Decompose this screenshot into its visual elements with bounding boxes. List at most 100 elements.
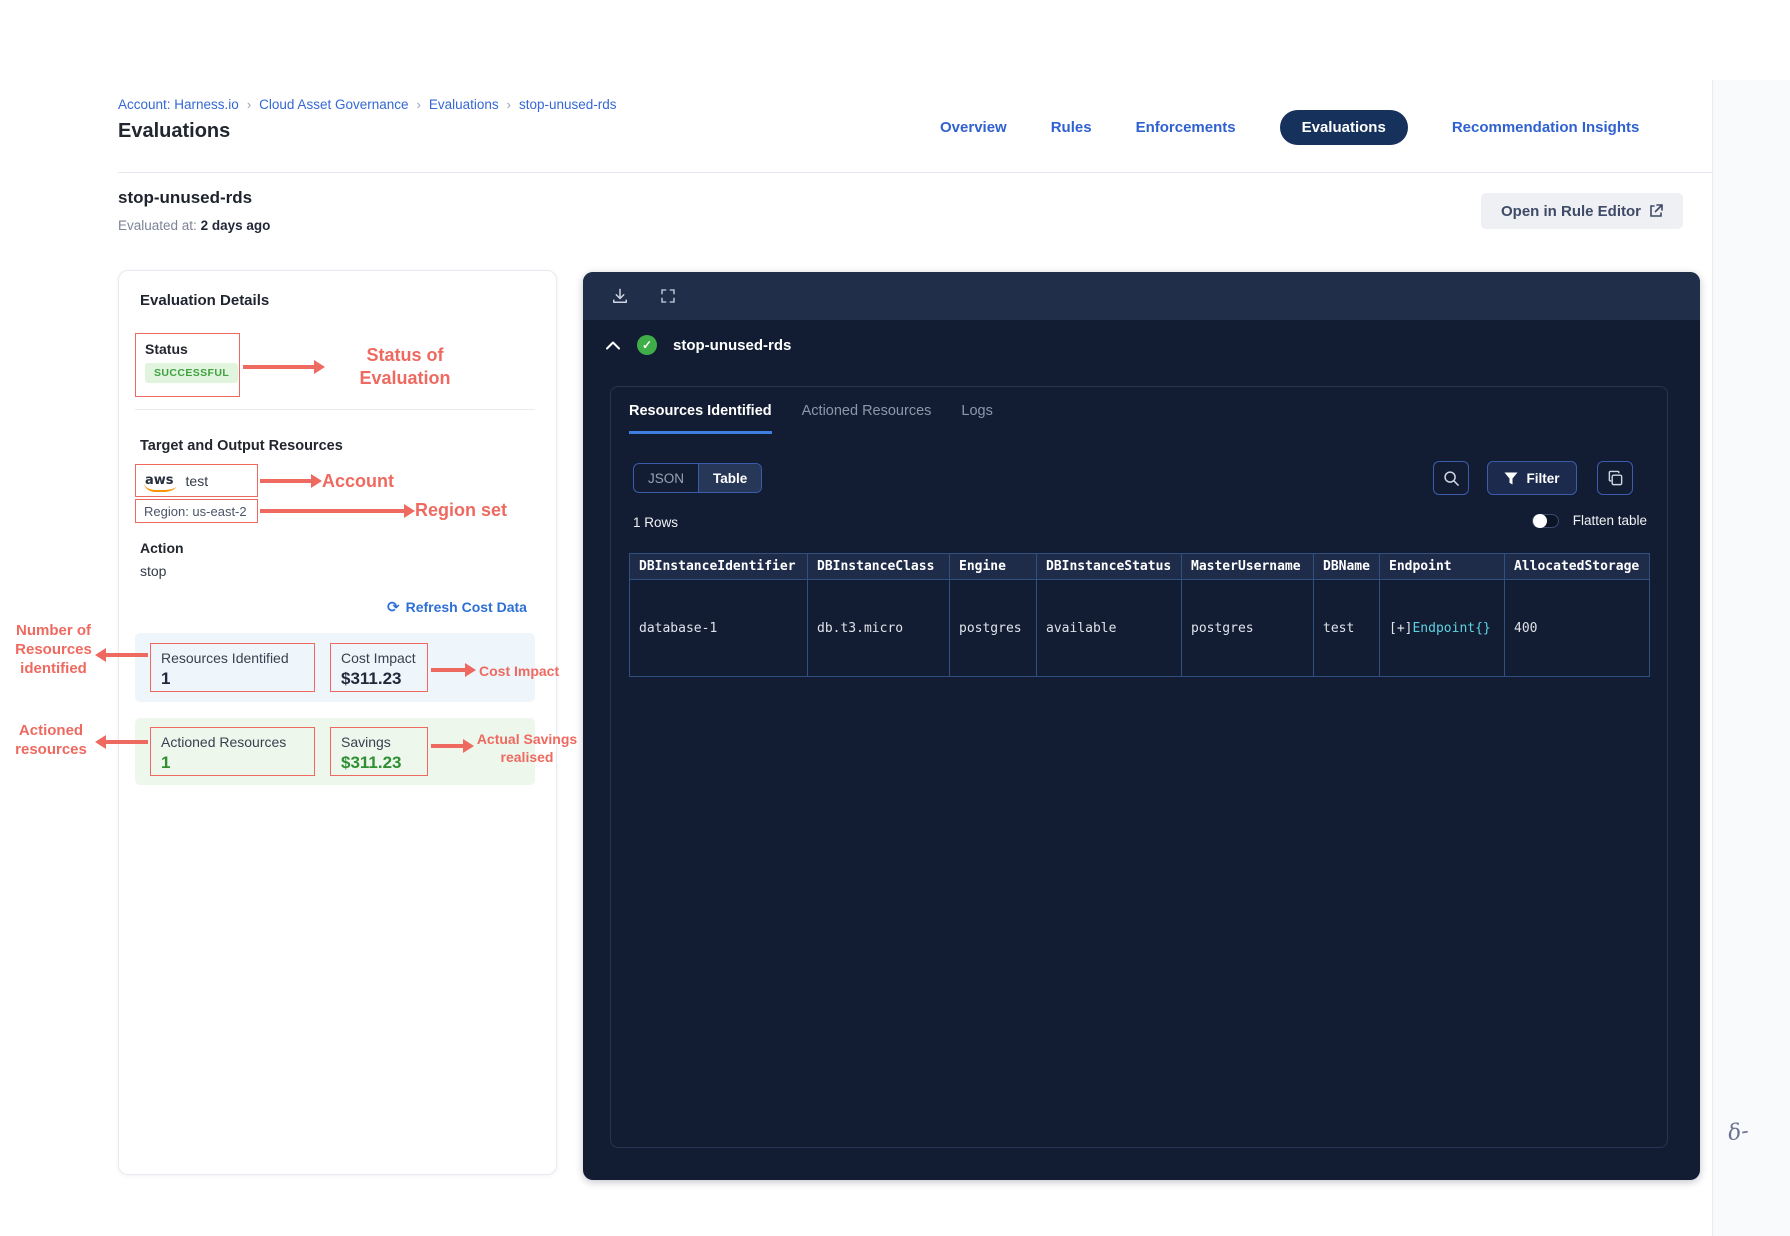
cost-impact-box: Cost Impact $311.23: [330, 643, 428, 692]
page-title: Evaluations: [118, 120, 231, 142]
cell-masterusername: postgres: [1181, 579, 1314, 677]
annotation-actioned: Actioned resources: [15, 722, 87, 758]
table-row: database-1 db.t3.micro postgres available po…: [629, 579, 1650, 677]
action-label: Action: [140, 540, 184, 556]
resources-annotation-arrow: [95, 647, 148, 662]
resources-identified-value: 1: [161, 669, 171, 688]
actioned-resources-label: Actioned Resources: [161, 734, 287, 750]
actioned-resources-box: Actioned Resources 1: [150, 727, 315, 776]
column-header-masterusername: MasterUsername: [1181, 553, 1314, 580]
nav-item-enforcements[interactable]: Enforcements: [1136, 119, 1236, 136]
flatten-table-toggle[interactable]: [1531, 513, 1559, 528]
status-annotation-arrow: [243, 359, 325, 374]
viewer-tab-logs[interactable]: Logs: [961, 403, 992, 434]
breadcrumb-link[interactable]: Evaluations: [429, 97, 499, 112]
breadcrumb-separator: ›: [506, 97, 511, 112]
annotation-status: Status of Evaluation: [359, 345, 451, 388]
savings-value: $311.23: [341, 753, 402, 772]
resource-viewer-panel: ✓ stop-unused-rds Resources Identified Ac…: [583, 272, 1700, 1180]
cell-engine: postgres: [949, 579, 1037, 677]
column-header-endpoint: Endpoint: [1379, 553, 1505, 580]
savings-annotation-arrow: [431, 738, 474, 753]
viewer-toolbar: [583, 272, 1700, 320]
resources-table: DBInstanceIdentifier DBInstanceClass Engin…: [629, 553, 1650, 677]
savings-box: Savings $311.23: [330, 727, 428, 776]
evaluation-name-title: stop-unused-rds: [118, 188, 253, 207]
breadcrumb-link[interactable]: Account: Harness.io: [118, 97, 239, 112]
target-output-heading: Target and Output Resources: [140, 438, 343, 454]
viewer-title: stop-unused-rds: [673, 336, 792, 354]
account-annotation-arrow: [260, 473, 322, 488]
savings-label: Savings: [341, 734, 391, 750]
breadcrumb-link[interactable]: stop-unused-rds: [519, 97, 617, 112]
viewer-inner-container: Resources Identified Actioned Resources Lo…: [610, 386, 1668, 1148]
viewer-tab-resources-identified[interactable]: Resources Identified: [629, 403, 772, 434]
open-rule-editor-button[interactable]: Open in Rule Editor: [1481, 193, 1683, 229]
annotation-cost-impact: Cost Impact: [479, 663, 560, 679]
nav-item-overview[interactable]: Overview: [940, 119, 1007, 136]
region-value: Region: us-east-2: [144, 503, 247, 519]
resources-identified-label: Resources Identified: [161, 650, 289, 666]
cell-dbname: test: [1313, 579, 1380, 677]
fullscreen-icon[interactable]: [657, 285, 679, 307]
download-icon[interactable]: [609, 285, 631, 307]
page-right-strip: [1713, 80, 1790, 1236]
status-badge: SUCCESSFUL: [145, 363, 239, 383]
annotation-resources: Number of Resources identified: [15, 622, 92, 677]
nav-item-rules[interactable]: Rules: [1051, 119, 1092, 136]
annotation-region: Region set: [415, 500, 508, 520]
column-header-allocatedstorage: AllocatedStorage: [1504, 553, 1650, 580]
rows-count: 1 Rows: [633, 515, 679, 530]
region-annotation-arrow: [260, 503, 415, 518]
cost-impact-label: Cost Impact: [341, 650, 416, 666]
cell-dbinstancestatus: available: [1036, 579, 1182, 677]
breadcrumb-link[interactable]: Cloud Asset Governance: [259, 97, 408, 112]
cell-endpoint[interactable]: [+]Endpoint{}: [1379, 579, 1505, 677]
evaluated-at: Evaluated at: 2 days ago: [118, 218, 270, 233]
cost-impact-annotation-arrow: [431, 662, 476, 677]
view-toggle-json[interactable]: JSON: [634, 464, 698, 492]
annotation-account: Account: [322, 471, 394, 491]
refresh-cost-data-link[interactable]: ⟳ Refresh Cost Data: [387, 598, 527, 616]
column-header-engine: Engine: [949, 553, 1037, 580]
view-toggle-table[interactable]: Table: [698, 464, 762, 492]
open-rule-editor-label: Open in Rule Editor: [1500, 202, 1641, 220]
evaluated-at-label: Evaluated at:: [118, 218, 197, 233]
account-annotation-box: aws test: [135, 464, 258, 497]
collapse-chevron-icon[interactable]: [605, 334, 621, 356]
card-divider: [135, 409, 535, 410]
page-right-edge: [1712, 80, 1713, 1236]
refresh-link-label: Refresh Cost Data: [405, 599, 527, 615]
viewer-tab-actioned-resources[interactable]: Actioned Resources: [802, 403, 932, 434]
breadcrumb-separator: ›: [246, 97, 252, 112]
top-nav: Overview Rules Enforcements Evaluations Reco…: [940, 110, 1639, 145]
header-divider: [118, 172, 1712, 173]
column-header-dbinstanceidentifier: DBInstanceIdentifier: [629, 553, 808, 580]
nav-item-evaluations[interactable]: Evaluations: [1279, 110, 1408, 145]
filter-label: Filter: [1526, 470, 1560, 486]
flatten-table-label: Flatten table: [1572, 513, 1647, 528]
status-label: Status: [145, 341, 188, 357]
cell-dbinstanceclass: db.t3.micro: [807, 579, 950, 677]
cell-dbinstanceidentifier: database-1: [629, 579, 808, 677]
search-button[interactable]: [1433, 461, 1469, 495]
column-header-dbinstancestatus: DBInstanceStatus: [1036, 553, 1182, 580]
breadcrumb-separator: ›: [416, 97, 421, 112]
annotation-savings: Actual Savings realised: [476, 731, 578, 765]
actioned-annotation-arrow: [95, 734, 148, 749]
evaluation-details-heading: Evaluation Details: [140, 292, 270, 309]
region-annotation-box: Region: us-east-2: [135, 499, 258, 523]
nav-item-recommendation-insights[interactable]: Recommendation Insights: [1452, 119, 1640, 136]
filter-button[interactable]: Filter: [1487, 461, 1577, 495]
copy-button[interactable]: [1597, 461, 1633, 495]
aws-logo: aws: [144, 473, 176, 492]
view-mode-toggle: JSON Table: [633, 463, 763, 493]
resources-identified-box: Resources Identified 1: [150, 643, 315, 692]
cell-allocatedstorage: 400: [1504, 579, 1650, 677]
action-value: stop: [140, 563, 167, 579]
external-link-icon: [1649, 204, 1663, 218]
handwritten-mark: δ-: [1726, 1118, 1751, 1147]
viewer-tabs: Resources Identified Actioned Resources Lo…: [629, 403, 993, 434]
refresh-icon: ⟳: [387, 598, 400, 616]
success-check-icon: ✓: [637, 335, 657, 355]
